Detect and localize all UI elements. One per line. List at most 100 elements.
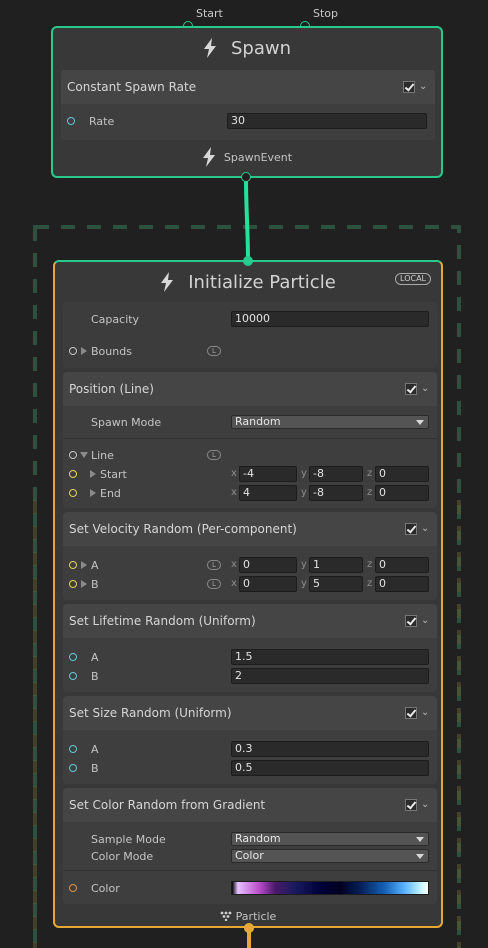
start-x-field[interactable]: -4 <box>239 466 297 482</box>
divider <box>63 438 437 439</box>
axis-x-label: x <box>231 468 237 479</box>
block-header[interactable]: Set Lifetime Random (Uniform) ⌄ <box>63 604 437 638</box>
start-y-field[interactable]: -8 <box>309 466 363 482</box>
sample-mode-label: Sample Mode <box>91 832 166 846</box>
block-title: Set Size Random (Uniform) <box>69 706 232 720</box>
block-header[interactable]: Set Color Random from Gradient ⌄ <box>63 788 437 822</box>
block-header[interactable]: Set Velocity Random (Per-component) ⌄ <box>63 512 437 546</box>
expand-icon[interactable] <box>81 347 87 355</box>
chevron-down-icon[interactable]: ⌄ <box>421 708 431 718</box>
expand-icon[interactable] <box>81 580 87 588</box>
position-line-block[interactable]: Position (Line) ⌄ Spawn Mode Random Line… <box>63 372 437 508</box>
velocity-b-z-field[interactable]: 0 <box>375 576 429 592</box>
size-a-field[interactable]: 0.3 <box>231 741 429 757</box>
sample-mode-value: Random <box>235 832 281 845</box>
velocity-b-slot[interactable] <box>69 580 77 588</box>
lifetime-b-label: B <box>91 669 99 683</box>
end-x-field[interactable]: 4 <box>239 485 297 501</box>
local-marker: L <box>207 450 221 460</box>
initialize-particle-context[interactable]: Initialize Particle LOCAL Capacity 10000… <box>53 260 443 928</box>
lifetime-b-field[interactable]: 2 <box>231 668 429 684</box>
spawn-mode-label: Spawn Mode <box>91 415 162 429</box>
lifetime-a-field[interactable]: 1.5 <box>231 649 429 665</box>
checkbox-icon[interactable] <box>405 615 417 627</box>
init-output-port[interactable] <box>244 923 254 933</box>
rate-slot[interactable] <box>67 117 75 125</box>
spawn-context[interactable]: Spawn Constant Spawn Rate ⌄ Rate 30 Spaw… <box>51 26 443 178</box>
spawn-mode-dropdown[interactable]: Random <box>231 415 429 429</box>
spawn-event-label: SpawnEvent <box>223 150 293 164</box>
axis-y-label: y <box>301 559 307 570</box>
size-random-block[interactable]: Set Size Random (Uniform) ⌄ A 0.3 B 0.5 <box>63 696 437 784</box>
axis-z-label: z <box>367 468 373 479</box>
block-header[interactable]: Constant Spawn Rate ⌄ <box>61 70 435 104</box>
velocity-a-row: A L x 0 y 1 z 0 <box>63 556 437 574</box>
block-title: Set Velocity Random (Per-component) <box>69 522 297 536</box>
size-a-slot[interactable] <box>69 745 77 753</box>
color-mode-dropdown[interactable]: Color <box>231 849 429 863</box>
sample-mode-dropdown[interactable]: Random <box>231 832 429 846</box>
end-slot[interactable] <box>69 489 77 497</box>
spawn-event-output[interactable]: SpawnEvent <box>53 146 441 168</box>
chevron-down-icon[interactable]: ⌄ <box>421 384 431 394</box>
constant-spawn-rate-block[interactable]: Constant Spawn Rate ⌄ Rate 30 <box>61 70 435 140</box>
lifetime-random-block[interactable]: Set Lifetime Random (Uniform) ⌄ A 1.5 B … <box>63 604 437 692</box>
size-b-slot[interactable] <box>69 764 77 772</box>
expand-icon[interactable] <box>81 561 87 569</box>
block-title: Set Lifetime Random (Uniform) <box>69 614 256 628</box>
collapse-icon[interactable] <box>80 452 88 458</box>
spawn-header[interactable]: Spawn <box>53 30 441 66</box>
spawn-output-port[interactable] <box>241 172 251 182</box>
init-header[interactable]: Initialize Particle LOCAL <box>55 264 441 300</box>
chevron-down-icon[interactable]: ⌄ <box>419 82 429 92</box>
divider <box>63 870 437 871</box>
checkbox-icon[interactable] <box>403 81 415 93</box>
size-b-field[interactable]: 0.5 <box>231 760 429 776</box>
velocity-a-z-field[interactable]: 0 <box>375 557 429 573</box>
checkbox-icon[interactable] <box>405 523 417 535</box>
color-gradient-field[interactable] <box>231 881 429 895</box>
checkbox-icon[interactable] <box>405 383 417 395</box>
rate-field[interactable]: 30 <box>227 113 427 129</box>
velocity-b-x-field[interactable]: 0 <box>239 576 297 592</box>
lifetime-a-slot[interactable] <box>69 653 77 661</box>
velocity-random-block[interactable]: Set Velocity Random (Per-component) ⌄ A … <box>63 512 437 600</box>
velocity-b-label: B <box>91 577 99 591</box>
local-space-badge[interactable]: LOCAL <box>395 273 431 285</box>
context-settings: Capacity 10000 Bounds L <box>63 302 437 368</box>
velocity-a-x-field[interactable]: 0 <box>239 557 297 573</box>
size-a-label: A <box>91 742 99 756</box>
checkbox-icon[interactable] <box>405 799 417 811</box>
local-marker: L <box>207 560 221 570</box>
color-mode-value: Color <box>235 849 264 862</box>
chevron-down-icon[interactable]: ⌄ <box>421 616 431 626</box>
velocity-a-y-field[interactable]: 1 <box>309 557 363 573</box>
lifetime-b-slot[interactable] <box>69 672 77 680</box>
line-slot[interactable] <box>69 451 77 459</box>
color-gradient-block[interactable]: Set Color Random from Gradient ⌄ Sample … <box>63 788 437 904</box>
rate-label: Rate <box>89 114 115 128</box>
bolt-icon <box>202 147 215 167</box>
chevron-down-icon[interactable]: ⌄ <box>421 800 431 810</box>
chevron-down-icon[interactable]: ⌄ <box>421 524 431 534</box>
checkbox-icon[interactable] <box>405 707 417 719</box>
velocity-a-slot[interactable] <box>69 561 77 569</box>
velocity-b-y-field[interactable]: 5 <box>309 576 363 592</box>
color-slot[interactable] <box>69 884 77 892</box>
expand-icon[interactable] <box>90 489 96 497</box>
init-input-port[interactable] <box>243 256 253 266</box>
bounds-slot[interactable] <box>69 347 77 355</box>
block-header[interactable]: Set Size Random (Uniform) ⌄ <box>63 696 437 730</box>
capacity-row: Capacity 10000 <box>63 310 437 328</box>
line-row: Line L <box>63 446 437 464</box>
particle-output-label: Particle <box>235 909 277 923</box>
rate-row: Rate 30 <box>61 112 435 130</box>
expand-icon[interactable] <box>90 470 96 478</box>
start-z-field[interactable]: 0 <box>375 466 429 482</box>
end-y-field[interactable]: -8 <box>309 485 363 501</box>
start-slot[interactable] <box>69 470 77 478</box>
capacity-field[interactable]: 10000 <box>231 311 429 327</box>
end-z-field[interactable]: 0 <box>375 485 429 501</box>
block-title: Set Color Random from Gradient <box>69 798 266 812</box>
block-header[interactable]: Position (Line) ⌄ <box>63 372 437 406</box>
